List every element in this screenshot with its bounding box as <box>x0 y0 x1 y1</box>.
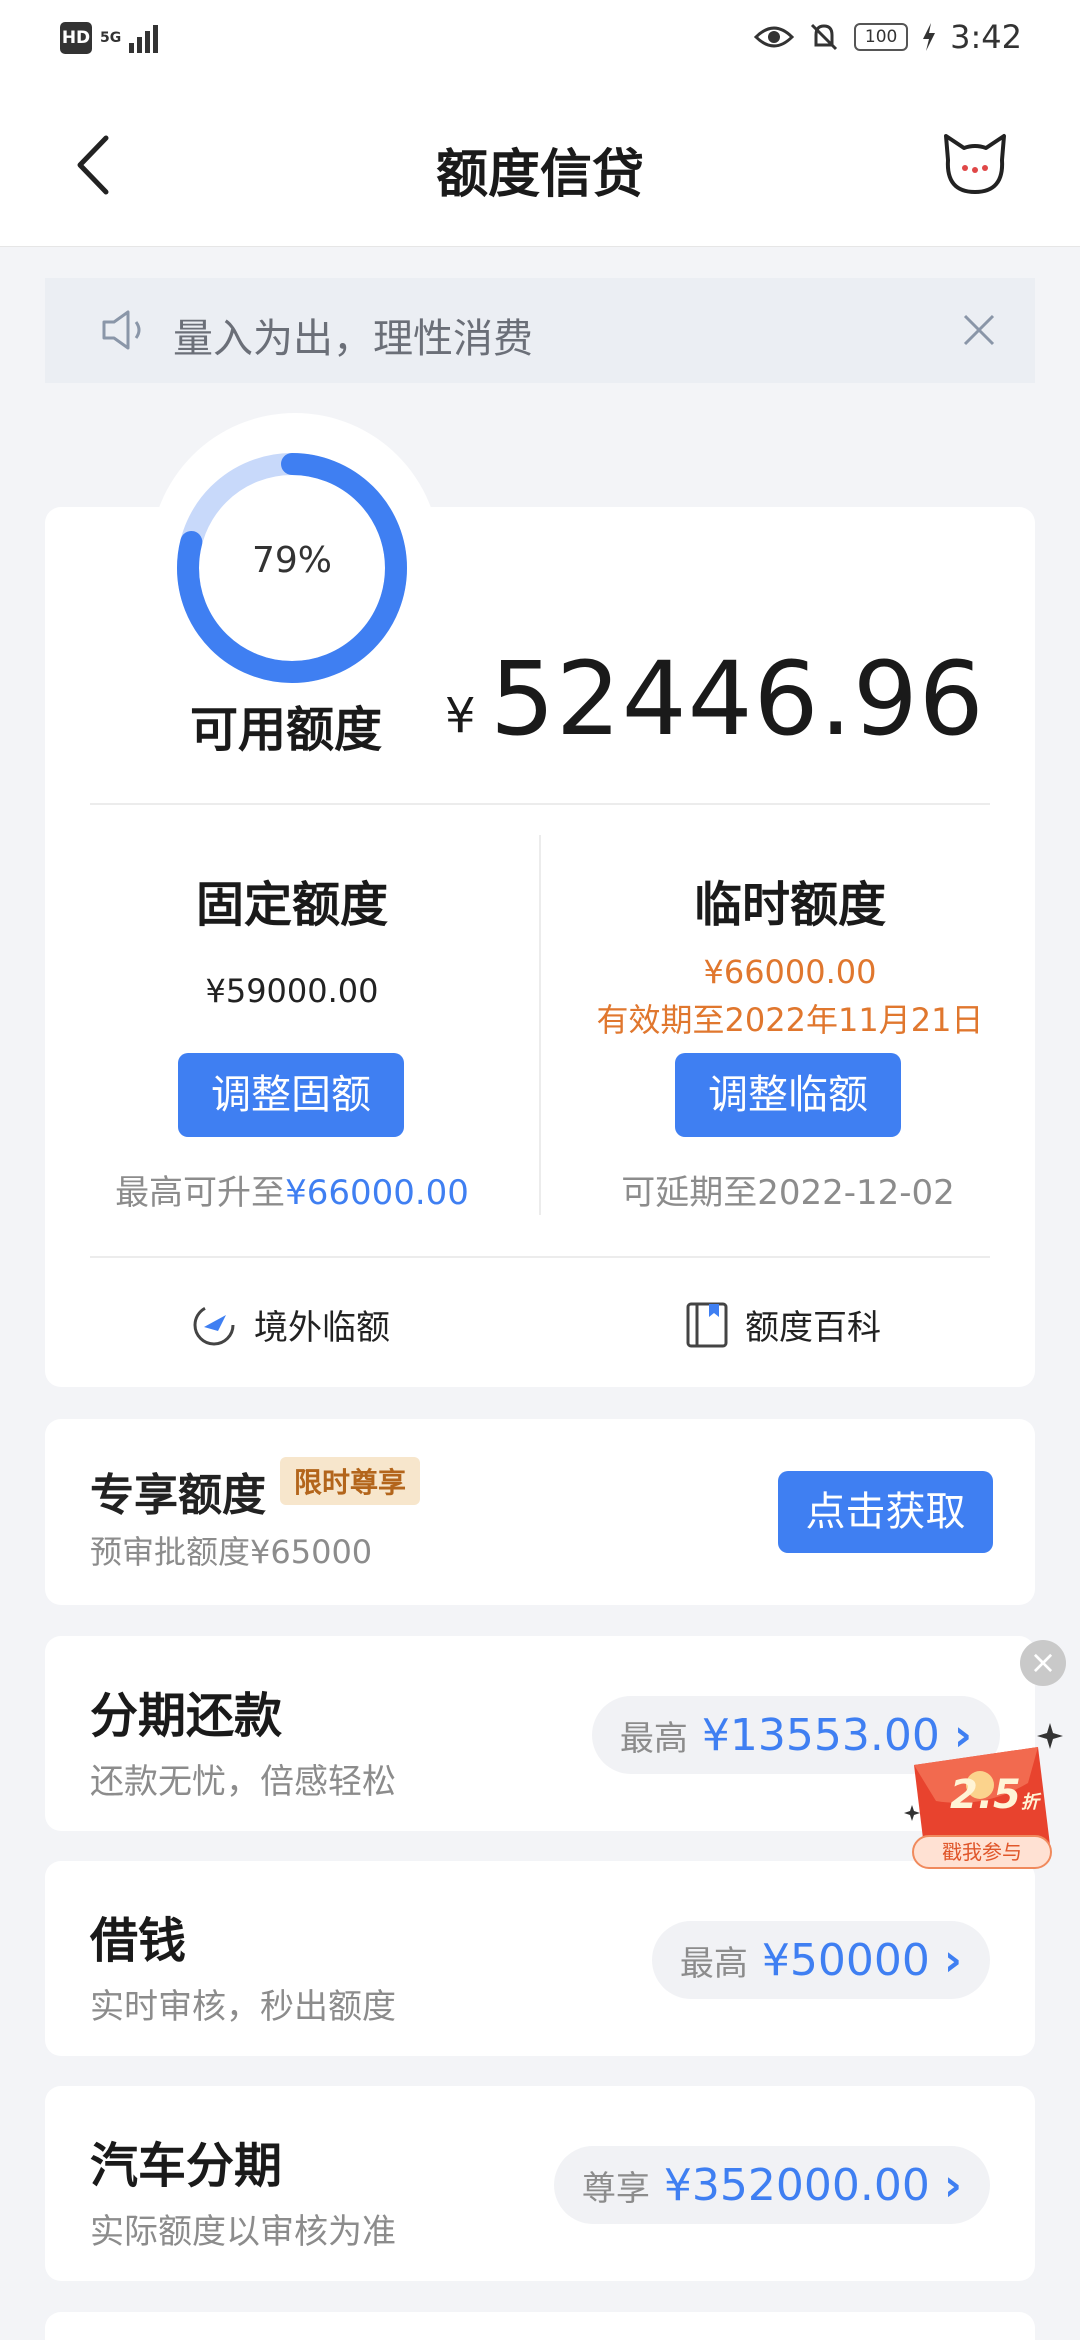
page-title: 额度信贷 <box>435 145 644 205</box>
product-title: 分期还款 <box>90 1688 283 1744</box>
status-bar: HD 5G 100 3:42 <box>0 0 1080 80</box>
fixed-note-max: ¥66000.00 <box>285 1173 469 1213</box>
fixed-credit-title: 固定额度 <box>195 877 388 933</box>
borrow-card[interactable]: 借钱 实时审核，秒出额度 最高 ¥50000 › <box>45 1861 1035 2056</box>
fixed-credit-note: 最高可升至¥66000.00 <box>62 1165 522 1214</box>
column-divider <box>539 835 541 1215</box>
chevron-right-icon: › <box>943 1934 962 1986</box>
notice-text: 量入为出，理性消费 <box>173 316 533 362</box>
battery-indicator: 100 <box>854 23 909 51</box>
promo-discount: 2.5折 <box>950 1772 1039 1818</box>
temp-credit-amount: ¥66000.00 <box>703 953 877 991</box>
pill-label: 尊享 <box>581 2168 650 2209</box>
signal-icon <box>129 23 159 53</box>
product-subtitle: 实际额度以审核为准 <box>90 2212 396 2252</box>
overseas-credit-label: 境外临额 <box>254 1308 390 1348</box>
temp-credit-validity: 有效期至2022年11月21日 <box>596 1001 984 1039</box>
exclusive-title: 专享额度 <box>90 1470 266 1521</box>
product-limit-pill[interactable]: 尊享 ¥352000.00 › <box>553 2146 990 2224</box>
credit-wiki-label: 额度百科 <box>745 1308 881 1348</box>
network-type: 5G <box>100 30 122 46</box>
charging-icon <box>923 23 936 51</box>
next-card-peek <box>45 2312 1035 2340</box>
temp-credit-title: 临时额度 <box>693 877 886 933</box>
promo-close-button[interactable]: × <box>1020 1640 1066 1686</box>
app-header: 额度信贷 <box>0 80 1080 247</box>
plane-globe-icon <box>193 1304 235 1345</box>
clock: 3:42 <box>950 18 1022 56</box>
available-amount: 52446.96 <box>490 640 985 759</box>
promo-cta[interactable]: 戳我参与 <box>912 1835 1052 1869</box>
pill-value: ¥50000 <box>761 1934 930 1986</box>
bell-off-icon <box>811 23 838 51</box>
installment-repay-card[interactable]: 分期还款 还款无忧，倍感轻松 最高 ¥13553.00 › <box>45 1636 1035 1831</box>
speaker-icon <box>102 310 141 350</box>
credit-wiki-link[interactable]: 额度百科 <box>685 1300 881 1349</box>
limited-badge: 限时尊享 <box>280 1457 421 1505</box>
promo-discount-value: 2.5 <box>950 1772 1021 1818</box>
book-icon <box>686 1302 728 1347</box>
get-exclusive-button[interactable]: 点击获取 <box>778 1471 993 1553</box>
close-icon[interactable] <box>961 312 997 348</box>
adjust-temp-button[interactable]: 调整临额 <box>675 1053 901 1137</box>
fixed-credit-amount: ¥59000.00 <box>205 972 379 1010</box>
usage-percent: 79% <box>251 540 332 581</box>
product-limit-pill[interactable]: 最高 ¥50000 › <box>651 1921 990 1999</box>
temp-credit-note: 可延期至2022-12-02 <box>621 1173 955 1213</box>
divider <box>90 803 990 805</box>
adjust-fixed-button[interactable]: 调整固额 <box>178 1053 404 1137</box>
currency-symbol: ¥ <box>445 688 476 744</box>
fixed-note-prefix: 最高可升至 <box>115 1173 286 1213</box>
product-subtitle: 实时审核，秒出额度 <box>90 1987 396 2027</box>
exclusive-subtitle: 预审批额度¥65000 <box>90 1533 373 1571</box>
product-subtitle: 还款无忧，倍感轻松 <box>90 1762 396 1802</box>
pill-label: 最高 <box>619 1718 688 1759</box>
hd-badge: HD <box>60 22 92 54</box>
product-title: 汽车分期 <box>90 2138 283 2194</box>
car-installment-card[interactable]: 汽车分期 实际额度以审核为准 尊享 ¥352000.00 › <box>45 2086 1035 2281</box>
pill-label: 最高 <box>679 1943 748 1984</box>
available-label: 可用额度 <box>190 702 383 758</box>
promo-discount-unit: 折 <box>1020 1792 1039 1813</box>
eye-icon <box>754 26 795 48</box>
overseas-credit-link[interactable]: 境外临额 <box>190 1300 390 1349</box>
exclusive-credit-card[interactable]: 专享额度 限时尊享 预审批额度¥65000 点击获取 <box>45 1419 1035 1605</box>
notice-bar: 量入为出，理性消费 <box>45 278 1035 383</box>
product-title: 借钱 <box>90 1913 187 1969</box>
chevron-right-icon: › <box>943 2159 962 2211</box>
cat-mascot-icon[interactable] <box>940 130 1010 200</box>
pill-value: ¥352000.00 <box>663 2159 930 2211</box>
divider <box>90 1256 990 1258</box>
